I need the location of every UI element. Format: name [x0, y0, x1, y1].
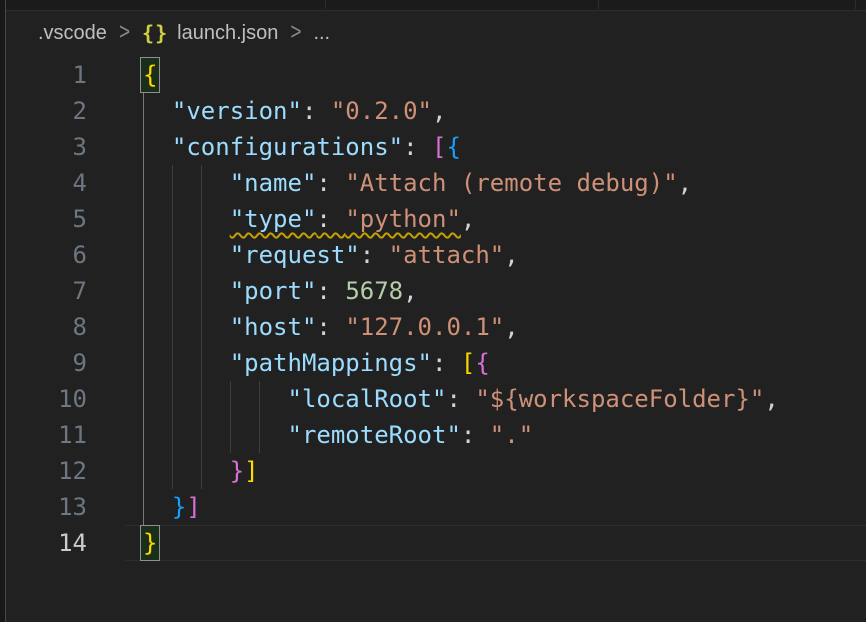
code-line-6[interactable]: "request": "attach",	[143, 237, 779, 273]
token-pun: ,	[432, 97, 446, 125]
token-key: "port"	[230, 277, 317, 305]
token-key: "version"	[172, 97, 302, 125]
code-content[interactable]: { "version": "0.2.0", "configurations": …	[143, 57, 779, 561]
code-line-5[interactable]: "type": "python",	[143, 201, 779, 237]
token-pun: ,	[678, 169, 692, 197]
token-pun: ,	[461, 205, 475, 233]
token-str: "${workspaceFolder}"	[475, 385, 764, 413]
tab-divider	[598, 0, 599, 9]
line-number-3[interactable]: 3	[6, 129, 87, 165]
token-pun: :	[316, 313, 345, 341]
token-b3: {	[446, 133, 460, 161]
token-key: "remoteRoot"	[288, 421, 461, 449]
code-line-14[interactable]: }	[143, 525, 779, 561]
token-pun: ,	[504, 241, 518, 269]
chevron-right-icon: >	[290, 19, 301, 47]
token-key: "host"	[230, 313, 317, 341]
token-b1: ]	[244, 457, 258, 485]
token-pun: :	[316, 277, 345, 305]
line-number-13[interactable]: 13	[6, 489, 87, 525]
token-b2: [	[432, 133, 446, 161]
token-key: "configurations"	[172, 133, 403, 161]
token-pun: ,	[764, 385, 778, 413]
line-number-7[interactable]: 7	[6, 273, 87, 309]
token-b2: }	[230, 457, 244, 485]
breadcrumb: .vscode > {} launch.json > ...	[38, 13, 330, 53]
code-line-11[interactable]: "remoteRoot": "."	[143, 417, 779, 453]
tab-divider	[325, 0, 326, 9]
breadcrumb-folder[interactable]: .vscode	[38, 22, 107, 45]
code-line-10[interactable]: "localRoot": "${workspaceFolder}",	[143, 381, 779, 417]
code-editor[interactable]: 1234567891011121314 { "version": "0.2.0"…	[0, 57, 866, 622]
breadcrumb-symbol[interactable]: ...	[313, 22, 330, 45]
code-line-4[interactable]: "name": "Attach (remote debug)",	[143, 165, 779, 201]
token-key: "pathMappings"	[230, 349, 432, 377]
code-line-12[interactable]: }]	[143, 453, 779, 489]
line-number-2[interactable]: 2	[6, 93, 87, 129]
token-pun: :	[403, 133, 432, 161]
breadcrumb-file[interactable]: {} launch.json	[142, 21, 278, 45]
token-pun: :	[360, 241, 389, 269]
line-number-8[interactable]: 8	[6, 309, 87, 345]
breadcrumb-file-label: launch.json	[177, 22, 278, 45]
line-number-4[interactable]: 4	[6, 165, 87, 201]
token-str: "attach"	[389, 241, 505, 269]
code-line-8[interactable]: "host": "127.0.0.1",	[143, 309, 779, 345]
tab-bar	[6, 0, 866, 11]
token-str: "0.2.0"	[331, 97, 432, 125]
token-pun: :	[461, 421, 490, 449]
token-pun: :	[432, 349, 461, 377]
token-num: 5678	[345, 277, 403, 305]
line-number-5[interactable]: 5	[6, 201, 87, 237]
json-braces-icon: {}	[142, 21, 168, 45]
token-key: "name"	[230, 169, 317, 197]
code-line-7[interactable]: "port": 5678,	[143, 273, 779, 309]
token-str: "Attach (remote debug)"	[345, 169, 677, 197]
code-line-3[interactable]: "configurations": [{	[143, 129, 779, 165]
line-number-gutter: 1234567891011121314	[6, 57, 87, 561]
code-line-9[interactable]: "pathMappings": [{	[143, 345, 779, 381]
token-pun: ,	[504, 313, 518, 341]
token-key: "type"	[230, 205, 317, 233]
vscode-editor-window: .vscode > {} launch.json > ... 123456789…	[0, 0, 866, 622]
line-number-12[interactable]: 12	[6, 453, 87, 489]
line-number-10[interactable]: 10	[6, 381, 87, 417]
token-b1: {	[143, 61, 157, 89]
token-pun: :	[316, 169, 345, 197]
token-str: "127.0.0.1"	[345, 313, 504, 341]
line-number-9[interactable]: 9	[6, 345, 87, 381]
token-b2: ]	[186, 493, 200, 521]
token-key: "request"	[230, 241, 360, 269]
editor-sash[interactable]	[0, 0, 6, 622]
token-b2: {	[475, 349, 489, 377]
code-line-13[interactable]: }]	[143, 489, 779, 525]
token-pun: ,	[403, 277, 417, 305]
chevron-right-icon: >	[119, 19, 130, 47]
code-line-2[interactable]: "version": "0.2.0",	[143, 93, 779, 129]
token-b1: }	[143, 529, 157, 557]
tab-divider	[855, 0, 856, 9]
token-str: "python"	[345, 205, 461, 233]
line-number-14[interactable]: 14	[6, 525, 87, 561]
token-pun: :	[316, 205, 345, 233]
token-key: "localRoot"	[288, 385, 447, 413]
token-pun: :	[446, 385, 475, 413]
line-number-11[interactable]: 11	[6, 417, 87, 453]
code-line-1[interactable]: {	[143, 57, 779, 93]
token-b3: }	[172, 493, 186, 521]
line-number-1[interactable]: 1	[6, 57, 87, 93]
token-b1: [	[461, 349, 475, 377]
token-str: "."	[490, 421, 533, 449]
line-number-6[interactable]: 6	[6, 237, 87, 273]
token-pun: :	[302, 97, 331, 125]
